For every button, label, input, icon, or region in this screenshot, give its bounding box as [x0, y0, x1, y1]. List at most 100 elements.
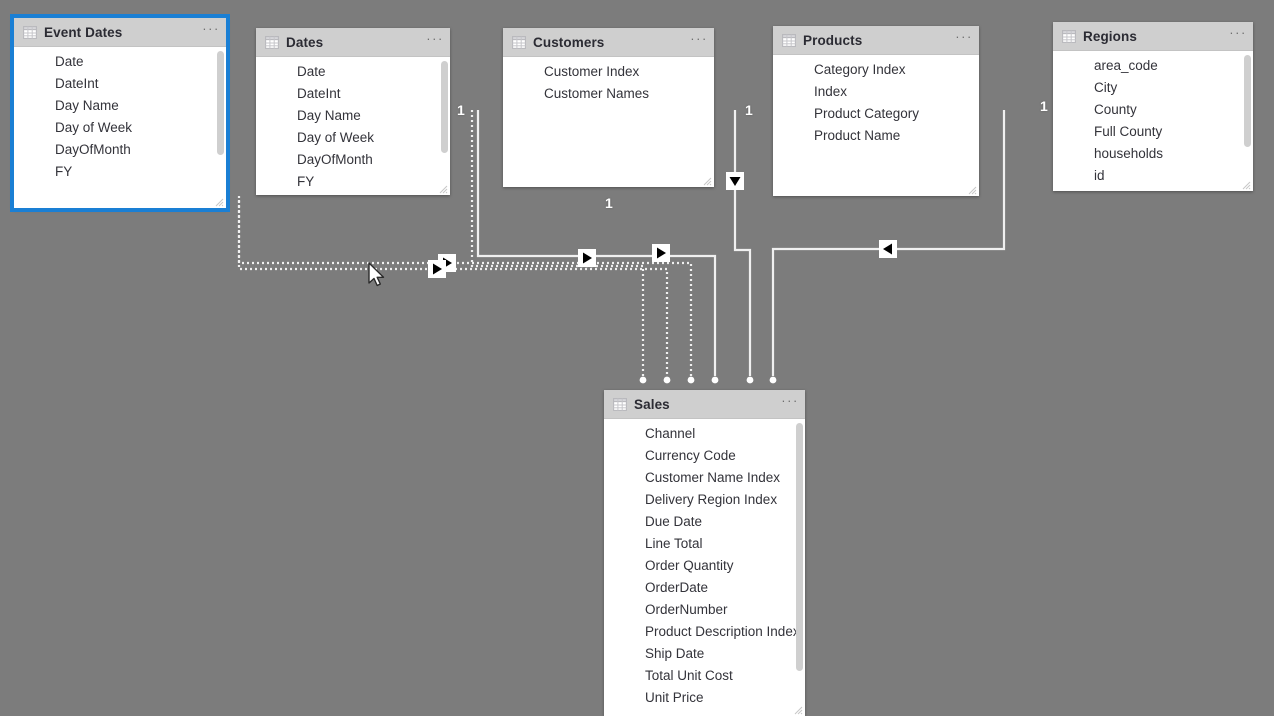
table-card-products[interactable]: Products ··· Category Index Index Product Ca… — [773, 26, 979, 196]
field-row[interactable]: id — [1053, 165, 1253, 187]
field-row[interactable]: Order Quantity — [604, 555, 805, 577]
resize-grip-icon[interactable] — [1242, 181, 1251, 190]
table-card-dates[interactable]: Dates ··· Date DateInt Day Name Day of Week Da… — [256, 28, 450, 195]
field-grid-icon — [25, 144, 46, 156]
relationship-arrow-right[interactable] — [652, 244, 670, 262]
field-grid-icon — [1064, 126, 1085, 138]
resize-grip-icon[interactable] — [215, 198, 224, 207]
relationship-line-event-dates-to-sales-a[interactable] — [237, 196, 693, 376]
field-row[interactable]: DateInt — [14, 73, 226, 95]
field-row[interactable]: Index — [773, 81, 979, 103]
resize-grip-icon[interactable] — [439, 185, 448, 194]
field-grid-icon — [615, 626, 636, 638]
field-row[interactable]: area_code — [1053, 55, 1253, 77]
table-header-regions[interactable]: Regions ··· — [1053, 22, 1253, 51]
table-header-products[interactable]: Products ··· — [773, 26, 979, 55]
table-card-sales[interactable]: Sales ··· Channel Currency Code Customer Nam… — [604, 390, 805, 716]
field-row[interactable]: Day Name — [256, 105, 450, 127]
resize-grip-icon[interactable] — [703, 177, 712, 186]
field-row[interactable]: Product Name — [773, 125, 979, 147]
field-row[interactable]: Customer Index — [503, 61, 714, 83]
field-row[interactable]: FY — [14, 161, 226, 183]
field-row[interactable]: Day of Week — [14, 117, 226, 139]
field-row[interactable]: City — [1053, 77, 1253, 99]
field-row[interactable]: Product Category — [773, 103, 979, 125]
resize-grip-icon[interactable] — [794, 706, 803, 715]
relationship-endpoint-dot[interactable] — [663, 376, 671, 384]
table-header-event-dates[interactable]: Event Dates ··· — [14, 18, 226, 47]
table-header-dates[interactable]: Dates ··· — [256, 28, 450, 57]
table-menu-button[interactable]: ··· — [781, 394, 799, 412]
field-row[interactable]: Line Total — [604, 533, 805, 555]
field-row[interactable]: DayOfMonth — [14, 139, 226, 161]
relationship-arrow-right[interactable] — [578, 249, 596, 267]
field-row[interactable]: Customer Names — [503, 83, 714, 105]
resize-grip-icon[interactable] — [968, 186, 977, 195]
table-title: Sales — [634, 396, 670, 412]
mouse-cursor — [367, 262, 387, 290]
table-grid-icon — [1062, 29, 1076, 43]
table-title: Dates — [286, 34, 324, 50]
relationship-endpoint-dot[interactable] — [746, 376, 754, 384]
field-row[interactable]: Channel — [604, 423, 805, 445]
relationship-endpoint-dot[interactable] — [769, 376, 777, 384]
relationship-arrow-right[interactable] — [428, 260, 446, 278]
field-row[interactable]: OrderNumber — [604, 599, 805, 621]
table-field-list-sales: Channel Currency Code Customer Name Index D… — [604, 419, 805, 716]
relationship-line-event-dates-to-sales-b[interactable] — [237, 200, 669, 376]
field-row[interactable]: OrderDate — [604, 577, 805, 599]
model-view-canvas[interactable]: 1111 Event Dates ··· Date DateInt Day Name Da… — [0, 0, 1274, 716]
table-menu-button[interactable]: ··· — [690, 32, 708, 50]
field-row[interactable]: Due Date — [604, 511, 805, 533]
field-row[interactable]: Unit Price — [604, 687, 805, 709]
field-row[interactable]: Currency Code — [604, 445, 805, 467]
relationship-line-customers-to-sales[interactable] — [733, 110, 752, 376]
relationship-endpoint-dot[interactable] — [711, 376, 719, 384]
table-menu-button[interactable]: ··· — [202, 22, 220, 40]
field-row[interactable]: Date — [14, 51, 226, 73]
field-row[interactable]: Date — [256, 61, 450, 83]
relationship-arrow-left[interactable] — [879, 240, 897, 258]
field-row[interactable]: Full County — [1053, 121, 1253, 143]
table-vertical-scrollbar[interactable] — [217, 51, 224, 155]
table-card-regions[interactable]: Regions ··· area_code City County Full County… — [1053, 22, 1253, 191]
field-row[interactable]: FY — [256, 171, 450, 193]
field-row[interactable]: Ship Date — [604, 643, 805, 665]
field-label: OrderDate — [645, 580, 709, 595]
field-row[interactable]: Customer Name Index — [604, 467, 805, 489]
field-label: Due Date — [645, 514, 703, 529]
table-menu-button[interactable]: ··· — [955, 30, 973, 48]
field-row[interactable]: DateInt — [256, 83, 450, 105]
table-vertical-scrollbar[interactable] — [1244, 55, 1251, 147]
field-label: id — [1094, 168, 1105, 183]
table-header-sales[interactable]: Sales ··· — [604, 390, 805, 419]
table-title: Customers — [533, 34, 605, 50]
field-row[interactable]: households — [1053, 143, 1253, 165]
field-row[interactable]: Day of Week — [256, 127, 450, 149]
table-vertical-scrollbar[interactable] — [441, 61, 448, 153]
table-card-customers[interactable]: Customers ··· Customer Index Customer Names — [503, 28, 714, 187]
table-card-event-dates[interactable]: Event Dates ··· Date DateInt Day Name Day of … — [10, 14, 230, 212]
table-vertical-scrollbar[interactable] — [796, 423, 803, 671]
field-grid-icon — [615, 692, 636, 704]
field-label: DateInt — [297, 86, 341, 101]
table-grid-icon — [782, 33, 796, 47]
relationship-endpoint-dot[interactable] — [639, 376, 647, 384]
table-menu-button[interactable]: ··· — [426, 32, 444, 50]
relationship-arrow-right[interactable] — [438, 254, 456, 272]
relationship-arrow-down[interactable] — [726, 172, 744, 190]
field-row[interactable]: County — [1053, 99, 1253, 121]
field-row[interactable]: Total Unit Cost — [604, 665, 805, 687]
field-row[interactable]: Delivery Region Index — [604, 489, 805, 511]
table-header-customers[interactable]: Customers ··· — [503, 28, 714, 57]
field-row[interactable]: Day Name — [14, 95, 226, 117]
field-row[interactable]: Product Description Index — [604, 621, 805, 643]
field-grid-icon — [25, 78, 46, 90]
relationship-endpoint-dot[interactable] — [687, 376, 695, 384]
table-menu-button[interactable]: ··· — [1229, 26, 1247, 44]
field-row[interactable]: Category Index — [773, 59, 979, 81]
field-label: area_code — [1094, 58, 1158, 73]
field-label: Category Index — [814, 62, 906, 77]
field-row[interactable]: DayOfMonth — [256, 149, 450, 171]
table-field-list-customers: Customer Index Customer Names — [503, 57, 714, 187]
